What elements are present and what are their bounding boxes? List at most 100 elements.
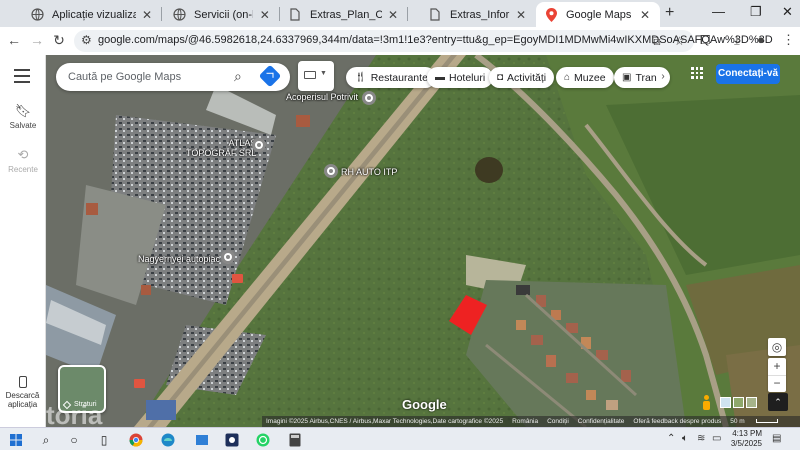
browser-menu-icon[interactable]: ⋮ [782,32,795,48]
recent-label: Recente [8,165,38,174]
new-tab-button[interactable]: + [665,4,674,22]
close-tab-icon[interactable]: ✕ [259,8,270,22]
road-marker [232,274,243,283]
zoom-in-button[interactable]: + [768,358,786,375]
satellite-map[interactable]: Caută pe Google Maps ⌕ ▼ 🍴︎ Restaurante … [46,55,800,427]
search-icon[interactable]: ⌕ [38,432,54,448]
country-link[interactable]: România [512,418,538,425]
tab-label: Extras_Informare_19725 [450,8,510,21]
chrome-icon[interactable] [128,432,144,448]
close-tab-icon[interactable]: ✕ [516,8,526,22]
tray-chevron-icon[interactable]: ⌃ [667,433,675,444]
search-box[interactable]: Caută pe Google Maps ⌕ [56,63,290,91]
chip-hoteluri[interactable]: ▬ Hoteluri [427,67,494,88]
thumbnail-icon[interactable] [720,397,731,408]
fork-knife-icon: 🍴︎ [354,72,367,83]
chip-label: Restaurante [370,71,428,84]
imagery-thumbnails[interactable] [720,397,757,408]
globe-icon [30,8,44,22]
poi-pin-icon[interactable] [252,138,266,152]
system-clock[interactable]: 4:13 PM 3/5/2025 [728,429,762,449]
chip-activitati[interactable]: ◘ Activități [489,67,555,88]
google-logo: Google [402,397,447,412]
calculator-icon[interactable] [287,432,303,448]
tab-strip: Aplicație vizualizare imo ✕ Servicii (on… [0,0,800,27]
bookmark-icon: 🔖︎ [14,103,32,118]
extensions-icon[interactable]: ⧠ [700,32,710,48]
maps-pin-icon [544,7,558,22]
close-tab-icon[interactable]: ✕ [638,8,652,22]
url-text: google.com/maps/@46.5982618,24.6337969,3… [98,34,773,46]
chevron-right-icon[interactable]: › [654,68,672,86]
zoom-out-button[interactable]: − [768,375,786,392]
battery-icon[interactable]: ▭ [712,433,721,444]
thumbnail-icon[interactable] [733,397,744,408]
directions-icon[interactable] [258,64,282,88]
tab-label: Extras_Plan_Cadastral_1! [310,8,382,21]
privacy-link[interactable]: Confidențialitate [578,418,625,425]
cortana-icon[interactable]: ○ [66,432,82,448]
poi-label[interactable]: ATLAS TOPOGRAF SRL [186,138,256,158]
windows-start-icon[interactable] [8,432,24,448]
download-app-label: Descarcă aplicația [5,391,40,409]
terms-link[interactable]: Condiții [547,418,569,425]
chip-label: Muzee [574,71,606,84]
chip-muzee[interactable]: ⌂ Muzee [556,67,614,88]
browser-toolbar: ← → ↻ ⚙ google.com/maps/@46.5982618,24.6… [0,27,800,55]
poi-pin-icon[interactable] [221,250,235,264]
apps-grid-icon[interactable] [691,67,703,79]
menu-icon[interactable] [14,69,30,87]
tab-google-maps[interactable]: Google Maps ✕ [536,2,660,27]
my-location-icon[interactable]: ◎ [768,338,786,356]
whatsapp-icon[interactable] [255,432,271,448]
site-settings-icon[interactable]: ⚙ [81,33,92,47]
tab-extras-informare[interactable]: Extras_Informare_19725 ✕ [420,2,534,27]
address-bar[interactable]: ⚙ google.com/maps/@46.5982618,24.6337969… [74,30,773,52]
install-app-icon[interactable]: ⧉ [652,34,661,49]
poi-label[interactable]: Acoperisul Potrivit [286,92,358,102]
input-tools-button[interactable]: ▼ [298,61,334,91]
app-icon[interactable] [224,432,240,448]
download-app-button[interactable]: Descarcă aplicația [0,370,46,427]
clock-time: 4:13 PM [732,429,762,438]
edge-icon[interactable] [160,432,176,448]
recent-button[interactable]: ⟲ Recente [0,147,46,174]
close-tab-icon[interactable]: ✕ [388,8,398,22]
task-view-icon[interactable]: ▯ [96,432,112,448]
street-view-pegman-icon[interactable] [701,395,711,411]
forward-icon[interactable]: → [28,32,46,48]
close-tab-icon[interactable]: ✕ [142,8,152,22]
poi-label[interactable]: Nagyernyei autopiac [138,254,220,264]
tab-servicii[interactable]: Servicii (on-line) ✕ [164,2,278,27]
back-icon[interactable]: ← [5,32,23,48]
minimize-icon[interactable]: — [712,4,725,19]
thumbnail-icon[interactable] [746,397,757,408]
search-icon[interactable]: ⌕ [234,68,242,85]
reload-icon[interactable]: ↻ [50,32,68,49]
downloads-icon[interactable]: ⤓ [734,32,740,48]
bookmark-star-icon[interactable]: ☆ [674,34,685,48]
close-window-icon[interactable]: ✕ [782,4,793,20]
sign-in-button[interactable]: Conectați-vă [716,64,780,84]
restore-icon[interactable]: ❐ [750,4,762,20]
tab-extras-plan[interactable]: Extras_Plan_Cadastral_1! ✕ [280,2,406,27]
chip-restaurante[interactable]: 🍴︎ Restaurante [346,67,436,88]
notifications-icon[interactable]: ▤ [772,433,781,444]
tab-aplicatie[interactable]: Aplicație vizualizare imo ✕ [22,2,160,27]
attribution-bar: Imagini ©2025 Airbus,CNES / Airbus,Maxar… [262,416,800,427]
search-input[interactable]: Caută pe Google Maps [68,71,181,83]
profile-icon[interactable]: ● [757,32,765,47]
speaker-icon[interactable]: 🔈︎ [682,433,688,444]
poi-pin-icon[interactable] [324,164,338,178]
files-icon[interactable] [194,432,210,448]
bed-icon: ▬ [435,72,445,83]
wifi-icon[interactable]: ≋ [697,433,705,444]
satellite-imagery [46,55,800,427]
feedback-link[interactable]: Oferă feedback despre produs [633,418,721,425]
saved-button[interactable]: 🔖︎ Salvate [0,103,46,130]
expand-chevron-icon[interactable]: ⌃ [768,393,788,411]
poi-pin-icon[interactable] [362,91,376,105]
poi-label[interactable]: RH AUTO ITP [341,167,397,177]
tab-label: Google Maps [566,8,632,21]
document-icon [428,8,442,22]
